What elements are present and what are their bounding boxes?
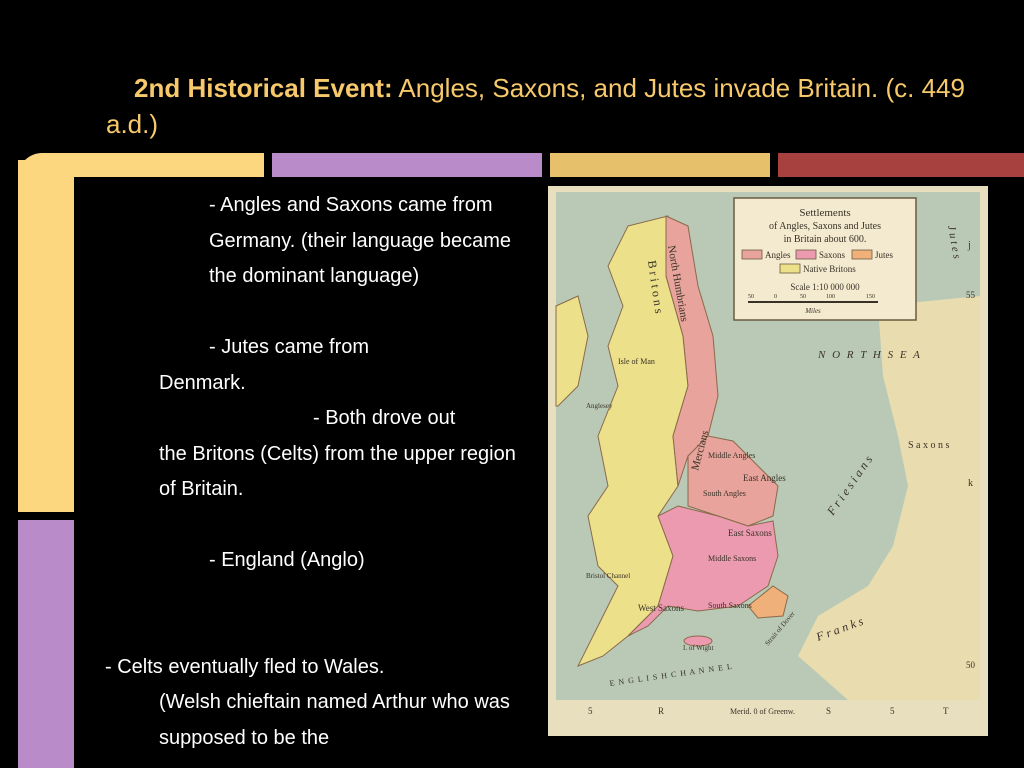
frame-left-purple <box>18 520 74 768</box>
label-middle-angles: Middle Angles <box>708 451 755 460</box>
legend-tick-5: 150 <box>866 294 875 300</box>
label-grid-j: j <box>967 240 971 251</box>
legend-britons: Native Britons <box>803 264 856 274</box>
bullet-celts: - Celts eventually fled to Wales. <box>105 655 385 678</box>
legend-swatch-angles <box>741 249 763 260</box>
label-south-saxons: South Saxons <box>708 601 752 610</box>
label-long-s: S <box>826 706 831 716</box>
bullet-england: - England (Anglo) <box>209 549 365 571</box>
legend-title-3: in Britain about 600. <box>784 234 867 245</box>
legend-tick-4: 100 <box>826 294 835 300</box>
bullet-jutes-cont: Denmark. <box>159 371 246 394</box>
legend-tick-2: 0 <box>774 294 777 300</box>
label-lat-55: 55 <box>966 290 976 300</box>
label-isle-of-man: Isle of Man <box>618 357 655 366</box>
label-long-t: T <box>943 706 949 716</box>
slide-title: 2nd Historical Event: Angles, Saxons, an… <box>106 70 986 142</box>
label-west-saxons: West Saxons <box>638 603 685 613</box>
legend-tick-3: 50 <box>800 294 806 300</box>
label-east-angles: East Angles <box>743 473 786 483</box>
legend-swatch-jutes <box>851 249 873 260</box>
map-drawing: Settlements of Angles, Saxons and Jutes … <box>548 186 988 736</box>
label-long-5-left: 5 <box>588 706 593 716</box>
legend-tick-1: 50 <box>748 294 754 300</box>
legend-title-2: of Angles, Saxons and Jutes <box>769 221 881 232</box>
label-lat-50: 50 <box>966 660 976 670</box>
label-long-5-right: 5 <box>890 706 895 716</box>
bullet-jutes: - Jutes came from <box>209 336 370 358</box>
legend-jutes: Jutes <box>875 250 893 260</box>
label-meridian: Merid. 0 of Greenw. <box>730 707 795 716</box>
bullet-celts-cont: (Welsh chieftain named Arthur who was su… <box>159 691 510 749</box>
label-isle-of-wight: I. of Wight <box>683 644 714 652</box>
slide-body: - Angles and Saxons came from Germany. (… <box>105 188 535 756</box>
bullet-drove-out: - Both drove out <box>313 407 456 429</box>
historical-map: Settlements of Angles, Saxons and Jutes … <box>548 186 988 736</box>
legend-scale: Scale 1:10 000 000 <box>790 282 860 292</box>
label-long-r: R <box>658 706 664 716</box>
legend-swatch-britons <box>779 263 801 274</box>
legend-title-1: Settlements <box>799 207 850 219</box>
legend-saxons: Saxons <box>819 250 846 260</box>
title-bold-part: 2nd Historical Event: <box>134 73 393 103</box>
label-bristol-channel: Bristol Channel <box>586 572 630 580</box>
frame-left-orange <box>18 160 74 512</box>
frame-bar-purple <box>272 153 542 177</box>
frame-bar-gold <box>550 153 770 177</box>
legend-unit: Miles <box>804 307 821 315</box>
frame-bar-red <box>778 153 1024 177</box>
label-middle-saxons: Middle Saxons <box>708 554 756 563</box>
legend-angles: Angles <box>765 250 791 260</box>
bullet-drove-out-cont: the Britons (Celts) from the upper regio… <box>159 442 516 501</box>
slide: 2nd Historical Event: Angles, Saxons, an… <box>0 0 1024 768</box>
bullet-angles-saxons: - Angles and Saxons came from Germany. (… <box>209 194 512 287</box>
label-north-sea: N O R T H S E A <box>817 349 922 361</box>
label-grid-k: k <box>968 478 973 489</box>
label-south-angles: South Angles <box>703 489 746 498</box>
label-saxons-continent: S a x o n s <box>908 440 950 451</box>
label-east-saxons: East Saxons <box>728 528 772 538</box>
legend-swatch-saxons <box>795 249 817 260</box>
label-anglesey: Anglesey <box>586 402 613 410</box>
